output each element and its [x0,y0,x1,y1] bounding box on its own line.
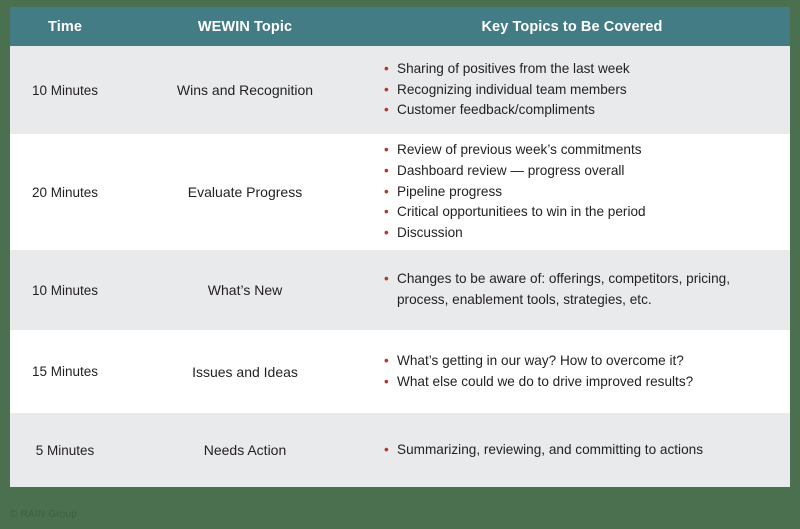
table-row: 10 Minutes Wins and Recognition Sharing … [10,46,790,134]
bullet-item: Summarizing, reviewing, and committing t… [384,440,772,461]
cell-topic: Evaluate Progress [187,184,303,200]
cell-time: 10 Minutes [31,282,99,298]
table-row: 10 Minutes What’s New Changes to be awar… [10,250,790,330]
bullet-item: What’s getting in our way? How to overco… [384,351,772,372]
cell-time: 5 Minutes [35,442,95,458]
cell-key-topics: Review of previous week’s commitments Da… [370,140,790,243]
table-row: 5 Minutes Needs Action Summarizing, revi… [10,413,790,487]
cell-topic: What’s New [207,282,283,298]
bullet-list: Changes to be aware of: offerings, compe… [384,269,772,310]
agenda-table: Time WEWIN Topic Key Topics to Be Covere… [10,7,790,487]
bullet-list: What’s getting in our way? How to overco… [384,351,772,392]
bullet-list: Review of previous week’s commitments Da… [384,140,772,243]
bullet-item: Pipeline progress [384,182,772,203]
bullet-list: Sharing of positives from the last week … [384,59,772,121]
bullet-item: Recognizing individual team members [384,80,772,101]
bullet-item: Changes to be aware of: offerings, compe… [384,269,772,310]
table-row: 15 Minutes Issues and Ideas What’s getti… [10,330,790,413]
cell-key-topics: Summarizing, reviewing, and committing t… [370,440,790,461]
table-row: 20 Minutes Evaluate Progress Review of p… [10,134,790,250]
cell-time: 10 Minutes [31,82,99,98]
cell-time: 15 Minutes [31,364,99,379]
bullet-item: Discussion [384,223,772,244]
bullet-item: Customer feedback/compliments [384,100,772,121]
bullet-item: Dashboard review — progress overall [384,161,772,182]
slide-canvas: Time WEWIN Topic Key Topics to Be Covere… [0,0,800,529]
cell-key-topics: What’s getting in our way? How to overco… [370,351,790,392]
cell-topic: Issues and Ideas [192,363,298,380]
bullet-item: Sharing of positives from the last week [384,59,772,80]
cell-key-topics: Sharing of positives from the last week … [370,59,790,121]
column-header-key-topics: Key Topics to Be Covered [481,18,663,35]
cell-time: 20 Minutes [31,184,99,200]
table-header-row: Time WEWIN Topic Key Topics to Be Covere… [10,7,790,46]
bullet-item: Critical opportunitiees to win in the pe… [384,202,772,223]
cell-key-topics: Changes to be aware of: offerings, compe… [370,269,790,310]
copyright-footer: © RAIN Group [10,509,78,520]
column-header-wewin-topic: WEWIN Topic [197,18,293,35]
cell-topic: Needs Action [203,442,287,458]
bullet-item: What else could we do to drive improved … [384,372,772,393]
column-header-time: Time [48,18,82,35]
bullet-item: Review of previous week’s commitments [384,140,772,161]
cell-topic: Wins and Recognition [176,82,314,98]
bullet-list: Summarizing, reviewing, and committing t… [384,440,772,461]
